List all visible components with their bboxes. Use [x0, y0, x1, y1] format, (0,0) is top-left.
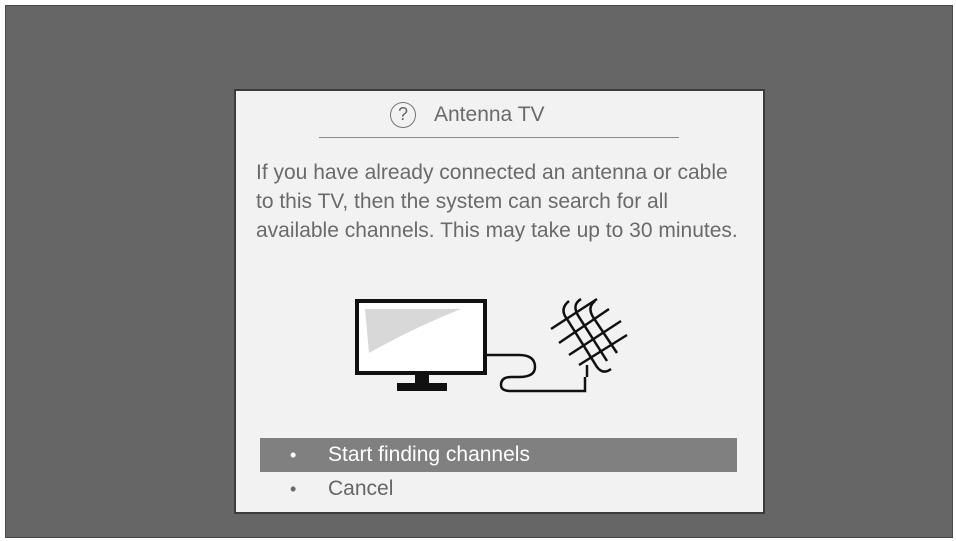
- tv-antenna-illustration: [355, 297, 628, 393]
- title-divider: [319, 137, 679, 138]
- dialog-message: If you have already connected an antenna…: [256, 161, 738, 242]
- option-label: Start finding channels: [328, 443, 530, 466]
- bullet: •: [290, 479, 297, 499]
- tv-screen: ? Antenna TV If you have already connect…: [5, 5, 953, 538]
- bullet: •: [290, 445, 297, 465]
- antenna-icon: [550, 297, 628, 377]
- cable-icon: [485, 353, 587, 393]
- tv-icon: [355, 299, 487, 391]
- help-icon: ?: [390, 102, 416, 128]
- antenna-tv-dialog: ? Antenna TV If you have already connect…: [234, 89, 765, 514]
- option-label: Cancel: [328, 477, 394, 500]
- dialog-header: ? Antenna TV: [236, 101, 763, 133]
- cancel-option[interactable]: • Cancel: [260, 472, 737, 506]
- options-menu: • Start finding channels • Cancel: [260, 438, 737, 506]
- start-finding-channels-option[interactable]: • Start finding channels: [260, 438, 737, 472]
- dialog-title: Antenna TV: [434, 103, 545, 126]
